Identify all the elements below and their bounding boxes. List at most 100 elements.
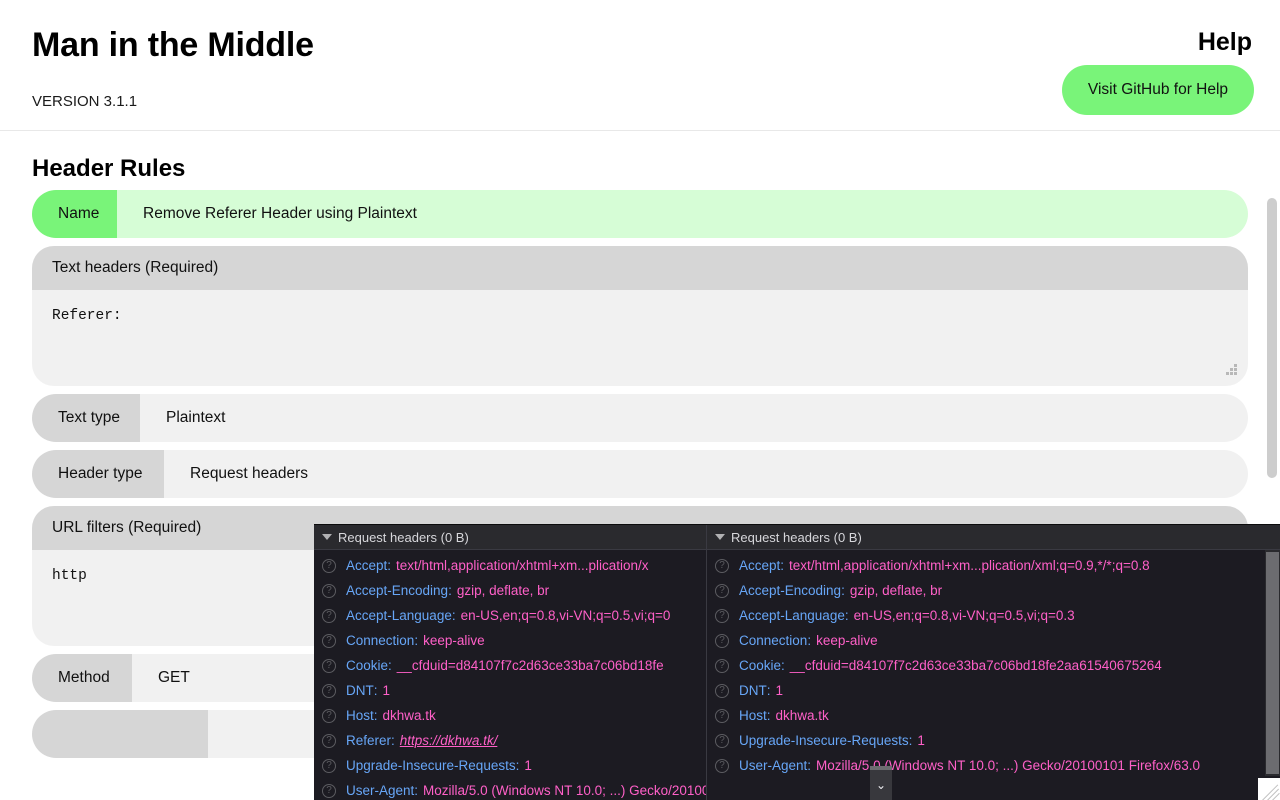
header-row[interactable]: ? Referer: https://dkhwa.tk/ (314, 728, 706, 753)
rule-name-label: Name (32, 190, 117, 238)
header-value-link[interactable]: https://dkhwa.tk/ (400, 733, 498, 748)
header-colon: : (844, 608, 849, 623)
help-question-icon[interactable]: ? (322, 708, 336, 723)
help-question-icon[interactable]: ? (715, 608, 729, 623)
help-question-icon[interactable]: ? (715, 558, 729, 573)
text-headers-block: Text headers (Required) Referer: (32, 246, 1248, 386)
help-question-icon[interactable]: ? (322, 608, 336, 623)
header-value: keep-alive (816, 633, 878, 648)
header-value: keep-alive (423, 633, 485, 648)
header-row[interactable]: ? Upgrade-Insecure-Requests:1 (707, 728, 1280, 753)
help-question-icon[interactable]: ? (715, 658, 729, 673)
header-colon: : (807, 758, 812, 773)
header-colon: : (373, 683, 378, 698)
header-name: Accept (739, 558, 781, 573)
help-question-icon[interactable]: ? (715, 708, 729, 723)
header-row[interactable]: ? Accept: text/html,application/xhtml+xm..… (707, 553, 1280, 578)
header-row[interactable]: ? Accept-Encoding: gzip, deflate, br (707, 578, 1280, 603)
header-name: Accept-Language (346, 608, 452, 623)
header-value: 1 (775, 683, 784, 698)
devtools-dropdown-button[interactable]: ⌄ (870, 766, 892, 800)
devtools-scrollbar-thumb[interactable] (1266, 552, 1279, 774)
left-panel-header[interactable]: Request headers (0 B) (314, 525, 706, 550)
header-colon: : (373, 708, 378, 723)
help-question-icon[interactable]: ? (715, 758, 729, 773)
header-value: 1 (524, 758, 532, 773)
text-type-label: Text type (32, 394, 140, 442)
header-row[interactable]: ? Cookie: __cfduid=d84107f7c2d63ce33ba7c06… (314, 653, 706, 678)
header-row[interactable]: ? Accept: text/html,application/xhtml+xm..… (314, 553, 706, 578)
header-colon: : (908, 733, 913, 748)
help-question-icon[interactable]: ? (322, 683, 336, 698)
header-name: Connection (739, 633, 808, 648)
text-type-row: Text type Plaintext (32, 394, 1248, 442)
collapse-triangle-icon[interactable] (322, 534, 332, 540)
header-name: Upgrade-Insecure-Requests (346, 758, 516, 773)
window-resize-grip[interactable] (1258, 778, 1280, 800)
header-row[interactable]: ? DNT:1 (707, 678, 1280, 703)
header-row[interactable]: ? Cookie: __cfduid=d84107f7c2d63ce33ba7c06… (707, 653, 1280, 678)
help-question-icon[interactable]: ? (322, 633, 336, 648)
textarea-resize-grip[interactable] (1226, 364, 1238, 376)
header-colon: : (807, 633, 812, 648)
header-colon: : (766, 708, 771, 723)
help-question-icon[interactable]: ? (715, 583, 729, 598)
header-name: Accept (346, 558, 388, 573)
page-scrollbar-thumb[interactable] (1267, 198, 1277, 478)
header-type-select[interactable]: Request headers (164, 450, 1248, 498)
header-row[interactable]: ? Upgrade-Insecure-Requests:1 (314, 753, 706, 778)
header-row[interactable]: ? Accept-Encoding: gzip, deflate, br (314, 578, 706, 603)
method-label: Method (32, 654, 132, 702)
header-value: dkhwa.tk (775, 708, 829, 723)
collapse-triangle-icon[interactable] (715, 534, 725, 540)
devtools-network-headers-panel: Request headers (0 B) ? Accept: text/html,… (314, 524, 1280, 800)
header-name: Upgrade-Insecure-Requests (739, 733, 909, 748)
header-row[interactable]: ? DNT:1 (314, 678, 706, 703)
header-colon: : (414, 783, 419, 798)
help-question-icon[interactable]: ? (715, 633, 729, 648)
header-value: __cfduid=d84107f7c2d63ce33ba7c06bd18fe2a… (789, 658, 1162, 673)
app-root: Man in the Middle VERSION 3.1.1 Help Vis… (0, 0, 1280, 800)
header-value: 1 (382, 683, 391, 698)
page-title: Man in the Middle (32, 26, 314, 64)
help-question-icon[interactable]: ? (322, 733, 336, 748)
header-value: Mozilla/5.0 (Windows NT 10.0; ...) Gecko… (423, 783, 706, 798)
header-name: Accept-Encoding (346, 583, 449, 598)
header-value: en-US,en;q=0.8,vi-VN;q=0.5,vi;q=0 (460, 608, 671, 623)
header-row[interactable]: ? Connection: keep-alive (314, 628, 706, 653)
header-colon: : (841, 583, 845, 598)
header-row[interactable]: ? Accept-Language: en-US,en;q=0.8,vi-VN;q=… (314, 603, 706, 628)
help-question-icon[interactable]: ? (715, 733, 729, 748)
help-question-icon[interactable]: ? (322, 658, 336, 673)
header-name: Connection (346, 633, 415, 648)
visit-github-help-button[interactable]: Visit GitHub for Help (1062, 65, 1254, 115)
right-panel-rows: ? Accept: text/html,application/xhtml+xm..… (707, 550, 1280, 778)
header-row[interactable]: ? Connection: keep-alive (707, 628, 1280, 653)
header-row[interactable]: ? Accept-Language: en-US,en;q=0.8,vi-VN;q=… (707, 603, 1280, 628)
text-headers-textarea[interactable]: Referer: (32, 290, 1248, 386)
header-value: gzip, deflate, br (456, 583, 550, 598)
header-row[interactable]: ? Host: dkhwa.tk (314, 703, 706, 728)
version-label: VERSION 3.1.1 (32, 93, 138, 110)
text-type-select[interactable]: Plaintext (140, 394, 1248, 442)
header-row[interactable]: ? Host: dkhwa.tk (707, 703, 1280, 728)
header-colon: : (780, 558, 785, 573)
header-row[interactable]: ? User-Agent: Mozilla/5.0 (Windows NT 10.0… (314, 778, 706, 800)
help-question-icon[interactable]: ? (322, 558, 336, 573)
left-panel-rows: ? Accept: text/html,application/xhtml+xm..… (314, 550, 706, 800)
header-colon: : (414, 633, 419, 648)
help-question-icon[interactable]: ? (322, 758, 336, 773)
rule-name-input[interactable]: Remove Referer Header using Plaintext (117, 190, 1248, 238)
header-name: Cookie (739, 658, 782, 673)
help-question-icon[interactable]: ? (715, 683, 729, 698)
header-value: dkhwa.tk (382, 708, 436, 723)
help-question-icon[interactable]: ? (322, 583, 336, 598)
help-question-icon[interactable]: ? (322, 783, 336, 798)
header-name: Referer (346, 733, 392, 748)
header-name: User-Agent (346, 783, 415, 798)
section-title-header-rules: Header Rules (32, 155, 186, 182)
header-row[interactable]: ? User-Agent: Mozilla/5.0 (Windows NT 10.0… (707, 753, 1280, 778)
devtools-right-column: Request headers (0 B) ? Accept: text/html,… (706, 525, 1280, 800)
header-colon: : (515, 758, 520, 773)
right-panel-header[interactable]: Request headers (0 B) (707, 525, 1280, 550)
